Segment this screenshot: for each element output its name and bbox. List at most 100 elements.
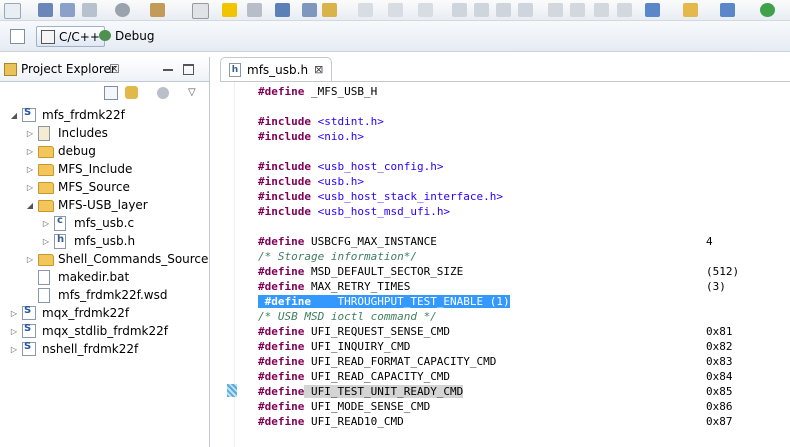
- collapsed-arrow-icon[interactable]: ▷: [10, 327, 18, 336]
- folder-icon: [38, 162, 54, 176]
- code-line[interactable]: /* Storage information*/: [258, 249, 417, 264]
- brush-icon[interactable]: [570, 3, 585, 17]
- tree-item[interactable]: ▷ MFS_Source: [26, 178, 130, 196]
- code-line[interactable]: #include <usb.h>: [258, 174, 364, 189]
- code-line[interactable]: #define UFI_REQUEST_SENSE_CMD 0x81: [258, 324, 733, 339]
- code-content: #define UFI_TEST_UNIT_READY_CMD: [258, 385, 464, 398]
- close-icon[interactable]: ☒: [109, 62, 120, 76]
- resume-icon[interactable]: [452, 3, 467, 17]
- collapsed-arrow-icon[interactable]: ▷: [26, 129, 34, 138]
- tree-item[interactable]: ▷ mfs_usb.c: [42, 214, 134, 232]
- build-hammer-icon[interactable]: [150, 3, 165, 17]
- link-with-editor-icon[interactable]: [125, 86, 138, 99]
- code-content: #define UFI_REQUEST_SENSE_CMD: [258, 325, 450, 338]
- code-line[interactable]: #define USBCFG_MAX_INSTANCE 4: [258, 234, 713, 249]
- tree-item[interactable]: ▷ Includes: [26, 124, 108, 142]
- debug-hand-icon[interactable]: [247, 3, 262, 17]
- code-value: 0x87: [706, 415, 733, 428]
- print-icon[interactable]: [82, 3, 97, 17]
- save-icon[interactable]: [38, 3, 53, 17]
- tree-item[interactable]: ▷ debug: [26, 142, 96, 160]
- step-into-icon[interactable]: [358, 3, 373, 17]
- tree-item[interactable]: ◢ mfs_frdmk22f: [10, 106, 125, 124]
- code-line[interactable]: #define UFI_INQUIRY_CMD 0x82: [258, 339, 733, 354]
- maximize-icon[interactable]: [183, 64, 194, 75]
- collapsed-arrow-icon[interactable]: ▷: [10, 309, 18, 318]
- project-explorer-tab[interactable]: Project Explorer ☒: [0, 57, 209, 82]
- code-line[interactable]: #include <usb_host_msd_ufi.h>: [258, 204, 450, 219]
- code-line[interactable]: #define _MFS_USB_H: [258, 84, 377, 99]
- expanded-arrow-icon[interactable]: ◢: [10, 111, 18, 120]
- editor-tab-mfs-usb-h[interactable]: h mfs_usb.h ⊠: [220, 57, 332, 81]
- code-value: (512): [706, 265, 740, 278]
- expanded-arrow-icon[interactable]: ◢: [26, 201, 34, 210]
- code-content: #include <usb_host_stack_interface.h>: [258, 190, 503, 203]
- new-source-icon[interactable]: [720, 3, 735, 17]
- view-menu-icon[interactable]: ▽: [188, 87, 196, 98]
- tree-item[interactable]: ▷ mqx_stdlib_frdmk22f: [10, 322, 168, 340]
- tree-item[interactable]: ▷ Shell_Commands_Source: [26, 250, 208, 268]
- code-line[interactable]: #define UFI_READ_FORMAT_CAPACITY_CMD 0x83: [258, 354, 733, 369]
- filter-icon[interactable]: [157, 87, 169, 99]
- collapse-all-icon[interactable]: [104, 86, 118, 100]
- tree-item-label: mqx_stdlib_frdmk22f: [42, 324, 168, 338]
- code-content: #include <stdint.h>: [258, 115, 384, 128]
- step-over-icon[interactable]: [388, 3, 403, 17]
- paragraph-icon[interactable]: [617, 3, 632, 17]
- lightning-icon[interactable]: [222, 3, 237, 17]
- perspective-debug-label: Debug: [115, 28, 155, 43]
- step-filter-icon[interactable]: [322, 3, 337, 17]
- save-all-icon[interactable]: [60, 3, 75, 17]
- code-line[interactable]: #include <stdint.h>: [258, 114, 384, 129]
- code-line[interactable]: #define UFI_READ10_CMD 0x87: [258, 414, 733, 429]
- collapsed-arrow-icon[interactable]: ▷: [42, 219, 50, 228]
- code-line[interactable]: #define MAX_RETRY_TIMES (3): [258, 279, 726, 294]
- code-line[interactable]: #define THROUGHPUT_TEST_ENABLE (1): [258, 294, 510, 309]
- terminate-icon[interactable]: [496, 3, 511, 17]
- tree-item[interactable]: makedir.bat: [26, 268, 129, 286]
- skip-breakpoints-icon[interactable]: [275, 3, 290, 17]
- suspend-icon[interactable]: [474, 3, 489, 17]
- collapsed-arrow-icon[interactable]: ▷: [10, 345, 18, 354]
- collapsed-arrow-icon[interactable]: ▷: [26, 183, 34, 192]
- tree-item[interactable]: mfs_frdmk22f.wsd: [26, 286, 168, 304]
- code-line[interactable]: #define UFI_MODE_SENSE_CMD 0x86: [258, 399, 733, 414]
- list-icon[interactable]: [302, 3, 317, 17]
- code-line[interactable]: #include <usb_host_config.h>: [258, 159, 443, 174]
- new-icon[interactable]: [4, 3, 21, 19]
- tree-item[interactable]: ▷ mqx_frdmk22f: [10, 304, 129, 322]
- tree-item[interactable]: ▷ mfs_usb.h: [42, 232, 135, 250]
- code-line[interactable]: /* USB MSD ioctl command */: [258, 309, 437, 324]
- new-class-icon[interactable]: [645, 3, 660, 17]
- annotation-marker[interactable]: [227, 384, 237, 397]
- code-line[interactable]: #include <nio.h>: [258, 129, 364, 144]
- code-line[interactable]: #define UFI_READ_CAPACITY_CMD 0x84: [258, 369, 733, 384]
- code-content: #define MAX_RETRY_TIMES: [258, 280, 410, 293]
- code-line[interactable]: #define MSD_DEFAULT_SECTOR_SIZE (512): [258, 264, 739, 279]
- header-file-icon: h: [229, 62, 241, 77]
- collapsed-arrow-icon[interactable]: ▷: [26, 147, 34, 156]
- collapsed-arrow-icon[interactable]: ▷: [26, 165, 34, 174]
- code-text-span: /* Storage information*/: [258, 250, 417, 263]
- step-return-icon[interactable]: [418, 3, 433, 17]
- code-line[interactable]: #include <usb_host_stack_interface.h>: [258, 189, 503, 204]
- gear-icon[interactable]: [115, 3, 130, 17]
- collapsed-arrow-icon[interactable]: ▷: [26, 255, 34, 264]
- tree-item[interactable]: ◢ MFS-USB_layer: [26, 196, 148, 214]
- perspective-debug-button[interactable]: Debug: [95, 26, 158, 45]
- tree-item[interactable]: ▷ MFS_Include: [26, 160, 132, 178]
- minimize-icon[interactable]: [163, 69, 173, 71]
- tree-item[interactable]: ▷ nshell_frdmk22f: [10, 340, 138, 358]
- binary-icon[interactable]: [192, 3, 209, 19]
- collapsed-arrow-icon[interactable]: ▷: [42, 237, 50, 246]
- project-icon: [22, 341, 38, 356]
- disconnect-icon[interactable]: [518, 3, 533, 17]
- run-icon[interactable]: [760, 3, 775, 17]
- close-icon[interactable]: ⊠: [314, 63, 323, 76]
- memory-icon[interactable]: [594, 3, 609, 17]
- open-perspective-icon[interactable]: [10, 29, 25, 44]
- new-folder-icon[interactable]: [683, 3, 698, 17]
- pencil-icon[interactable]: [548, 3, 563, 17]
- tree-item-label: mfs_frdmk22f.wsd: [58, 288, 168, 302]
- code-line[interactable]: #define UFI_TEST_UNIT_READY_CMD 0x85: [258, 384, 733, 399]
